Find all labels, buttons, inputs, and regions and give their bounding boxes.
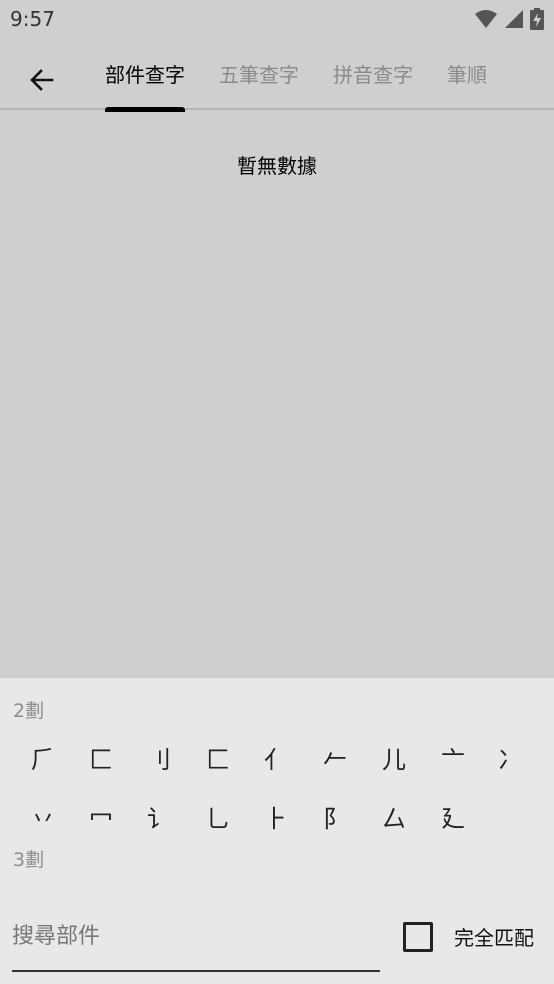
part-key[interactable]: 宀 xyxy=(248,876,304,886)
part-key[interactable]: ⺍ xyxy=(190,876,246,886)
stroke-group-label: 2劃 xyxy=(13,700,45,722)
tab-wubi-search[interactable]: 五筆查字 xyxy=(202,38,316,110)
part-key[interactable]: 辶 xyxy=(482,876,538,886)
part-key[interactable]: 冫 xyxy=(482,729,538,785)
part-key[interactable]: 匚 xyxy=(73,729,129,785)
part-key[interactable]: 乚 xyxy=(190,788,246,844)
back-button[interactable] xyxy=(20,58,64,102)
tab-pinyin-search[interactable]: 拼音查字 xyxy=(316,38,430,110)
stroke-group-label: 3劃 xyxy=(13,849,45,871)
search-input-container xyxy=(12,906,380,972)
status-time: 9:57 xyxy=(10,7,55,31)
exact-match-checkbox[interactable] xyxy=(403,922,433,952)
battery-charging-icon xyxy=(530,8,544,30)
part-key[interactable]: 小 xyxy=(73,876,129,886)
part-key[interactable]: 𠂉 xyxy=(307,729,363,785)
part-key[interactable]: 儿 xyxy=(366,729,422,785)
signal-icon xyxy=(505,10,523,28)
part-key[interactable]: 刂 xyxy=(131,729,187,785)
parts-row: 丷 冖 讠 乚 ⺊ 阝 厶 廴 xyxy=(0,788,554,844)
part-key[interactable]: 阝 xyxy=(307,788,363,844)
tab-bar: 部件查字 五筆查字 拼音查字 筆順 xyxy=(88,38,504,112)
part-key[interactable]: 廾 xyxy=(425,876,481,886)
parts-row: ⺁ 匚 刂 ⼕ 亻 𠂉 儿 亠 冫 xyxy=(0,729,554,785)
wifi-icon xyxy=(475,10,497,28)
exact-match-label[interactable]: 完全匹配 xyxy=(454,922,534,951)
search-input[interactable] xyxy=(12,906,380,966)
arrow-left-icon xyxy=(30,69,54,91)
parts-row: 艹 小 彳 ⺍ 宀 彐 夂 廾 辶 xyxy=(0,876,554,886)
part-key[interactable]: 厶 xyxy=(366,788,422,844)
part-key[interactable]: 夂 xyxy=(366,876,422,886)
part-key[interactable]: ⺁ xyxy=(15,729,71,785)
part-key[interactable]: 亠 xyxy=(425,729,481,785)
search-bar: 完全匹配 xyxy=(0,886,554,984)
status-bar: 9:57 xyxy=(0,0,554,38)
status-icons xyxy=(474,8,544,30)
part-key[interactable]: 彐 xyxy=(307,876,363,886)
part-key[interactable]: ⺊ xyxy=(248,788,304,844)
tab-parts-search[interactable]: 部件查字 xyxy=(88,38,202,112)
part-key[interactable]: ⼕ xyxy=(190,729,246,785)
part-key[interactable]: 冖 xyxy=(73,788,129,844)
part-key[interactable]: 丷 xyxy=(15,788,71,844)
part-key[interactable]: 亻 xyxy=(248,729,304,785)
empty-message: 暫無數據 xyxy=(237,154,317,178)
part-key[interactable]: 彳 xyxy=(131,876,187,886)
part-key[interactable]: 讠 xyxy=(131,788,187,844)
part-key[interactable]: 艹 xyxy=(15,876,71,886)
app-bar: 部件查字 五筆查字 拼音查字 筆順 xyxy=(0,38,554,112)
tab-stroke-order[interactable]: 筆順 xyxy=(430,38,504,110)
part-key[interactable]: 廴 xyxy=(425,788,481,844)
